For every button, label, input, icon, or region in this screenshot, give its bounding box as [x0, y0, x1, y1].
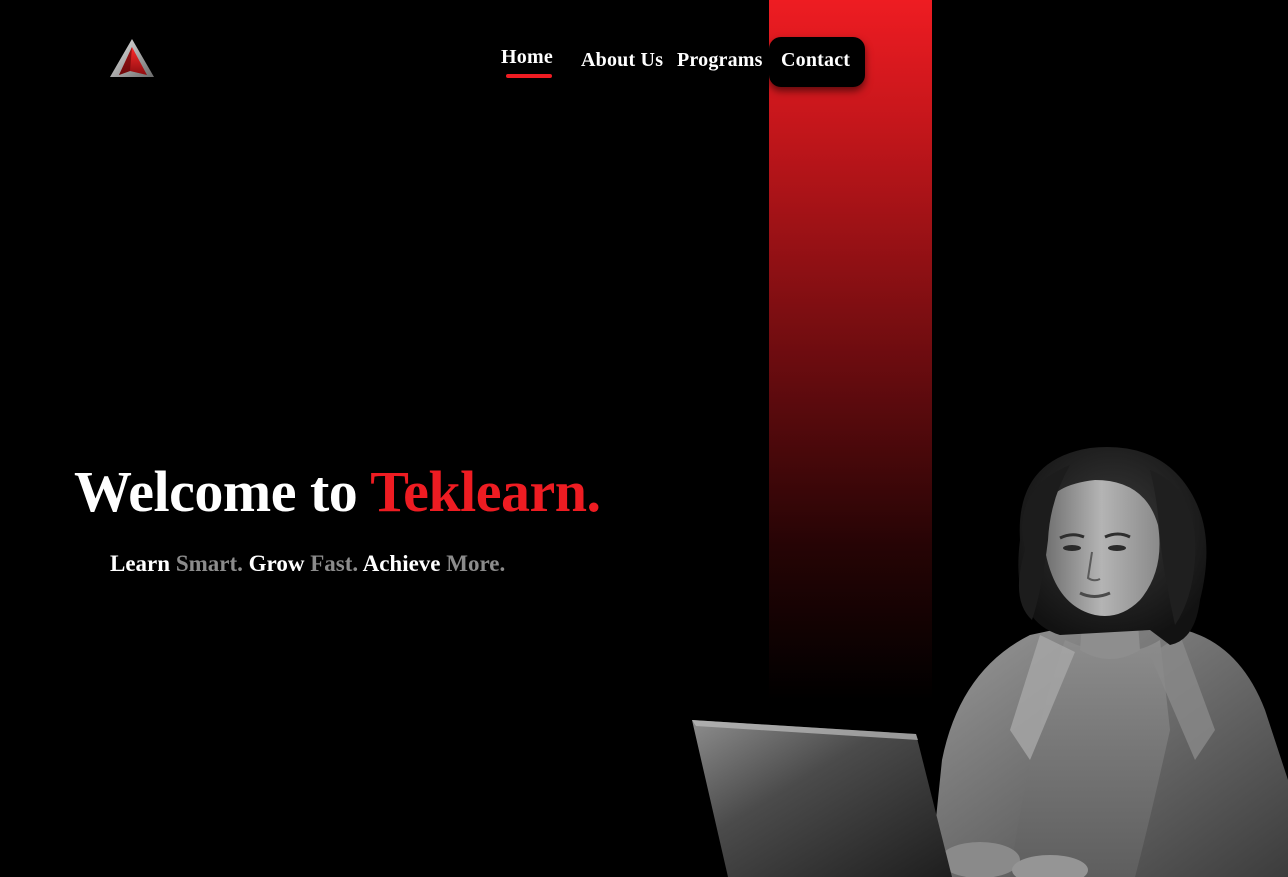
- main-nav: Home About Us Programs Contact: [490, 37, 865, 87]
- triangle-logo-icon[interactable]: [110, 38, 154, 78]
- tagline-learn: Learn: [110, 551, 171, 576]
- tagline-fast: Fast.: [310, 551, 359, 576]
- nav-item-programs[interactable]: Programs: [677, 49, 763, 72]
- tagline-more: More.: [446, 551, 506, 576]
- tagline-smart: Smart.: [175, 551, 243, 576]
- hero-title: Welcome to Teklearn.: [74, 456, 601, 528]
- nav-item-home[interactable]: Home: [501, 46, 553, 69]
- hero-tagline: Learn Smart. Grow Fast. Achieve More.: [110, 548, 505, 580]
- landing-page: Home About Us Programs Contact Welcome t…: [0, 0, 1288, 877]
- nav-item-contact[interactable]: Contact: [781, 49, 850, 72]
- hero-title-prefix: Welcome to: [74, 459, 358, 524]
- woman-with-laptop-photo: [680, 430, 1288, 877]
- tagline-grow: Grow: [248, 551, 305, 576]
- nav-item-about-us[interactable]: About Us: [581, 49, 663, 72]
- hero-title-brand: Teklearn.: [370, 459, 601, 524]
- tagline-achieve: Achieve: [362, 551, 441, 576]
- nav-active-indicator: [506, 74, 552, 78]
